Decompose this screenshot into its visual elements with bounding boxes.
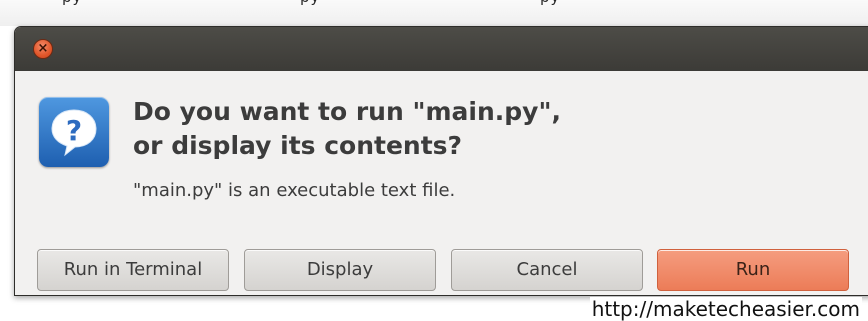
question-icon: ?: [39, 97, 109, 167]
cancel-button[interactable]: Cancel: [451, 249, 643, 291]
background-fragment: py: [300, 0, 320, 6]
run-button[interactable]: Run: [657, 249, 849, 291]
svg-text:?: ?: [66, 114, 82, 147]
background-fragment: py: [540, 0, 560, 6]
display-button[interactable]: Display: [244, 249, 436, 291]
screen: py py py × ? Do you want to run "main.py…: [0, 0, 868, 321]
background-window-strip: py py py: [0, 0, 868, 26]
heading-line-1: Do you want to run "main.py",: [133, 97, 562, 126]
dialog-subtext: "main.py" is an executable text file.: [133, 180, 456, 201]
run-or-display-dialog: × ? Do you want to run "main.py", or dis…: [14, 26, 868, 296]
close-icon[interactable]: ×: [33, 39, 53, 59]
watermark-url: http://maketecheasier.com: [589, 297, 862, 321]
dialog-heading: Do you want to run "main.py", or display…: [133, 95, 853, 163]
run-in-terminal-button[interactable]: Run in Terminal: [37, 249, 229, 291]
dialog-titlebar: ×: [15, 27, 868, 71]
heading-line-2: or display its contents?: [133, 131, 463, 160]
background-fragment: py: [62, 0, 82, 6]
